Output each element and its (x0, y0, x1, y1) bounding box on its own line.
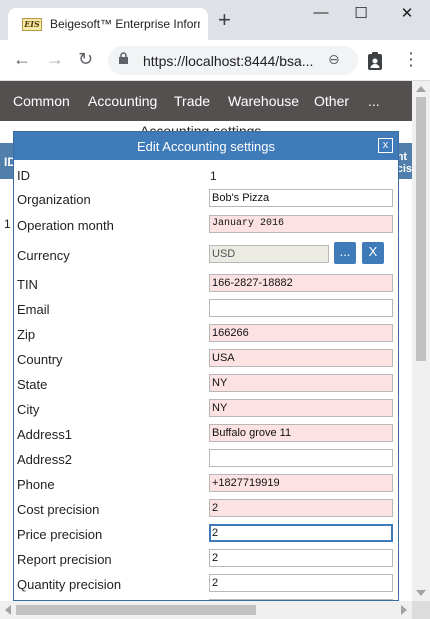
back-arrow-icon[interactable]: ← (13, 49, 31, 69)
label-tin: TIN (17, 277, 38, 292)
country-field[interactable]: USA (209, 349, 393, 367)
price-precision-field[interactable]: 2 (209, 524, 393, 542)
value-id: 1 (210, 169, 217, 183)
label-country: Country (17, 352, 63, 367)
label-price-precision: Price precision (17, 527, 103, 542)
nav-warehouse[interactable]: Warehouse (228, 93, 299, 109)
horizontal-scrollbar[interactable] (0, 601, 412, 619)
label-organization: Organization (17, 192, 91, 207)
reload-icon[interactable]: ↻ (78, 49, 93, 69)
city-field[interactable]: NY (209, 399, 393, 417)
organization-field[interactable]: Bob's Pizza (209, 189, 393, 207)
vertical-scrollbar[interactable] (412, 81, 430, 601)
eis-favicon-icon: EIS (22, 18, 42, 31)
label-address1: Address1 (17, 427, 72, 442)
dialog-title: Edit Accounting settings (136, 139, 276, 154)
label-cost-precision: Cost precision (17, 502, 100, 517)
report-precision-field[interactable]: 2 (209, 549, 393, 567)
label-email: Email (17, 302, 50, 317)
label-currency: Currency (17, 248, 70, 263)
edit-dialog: Edit Accounting settings x ID 1 Organiza… (13, 131, 399, 601)
quantity-precision-field[interactable]: 2 (209, 574, 393, 592)
email-field[interactable] (209, 299, 393, 317)
app-nav: Common Accounting Trade Warehouse Other … (0, 81, 412, 121)
scroll-down-arrow-icon[interactable] (416, 590, 426, 596)
clipboard-user-icon[interactable] (367, 52, 383, 70)
label-zip: Zip (17, 327, 36, 342)
forward-arrow-icon[interactable]: → (46, 49, 64, 69)
state-field[interactable]: NY (209, 374, 393, 392)
label-address2: Address2 (17, 452, 72, 467)
phone-field[interactable]: +1827719919 (209, 474, 393, 492)
vertical-scroll-thumb[interactable] (416, 97, 426, 361)
label-operation-month: Operation month (17, 218, 114, 233)
browser-toolbar: ← → ↻ https://localhost:8444/bsa... ⊖ ⋮ (0, 40, 430, 81)
scroll-right-arrow-icon[interactable] (401, 605, 407, 615)
zoom-icon[interactable]: ⊖ (328, 51, 340, 68)
nav-other[interactable]: Other (314, 93, 349, 109)
horizontal-scroll-thumb[interactable] (16, 605, 256, 615)
address2-field[interactable] (209, 449, 393, 467)
currency-pick-button[interactable]: ... (334, 242, 356, 264)
label-phone: Phone (17, 477, 55, 492)
scrollbar-corner (412, 601, 430, 619)
lock-icon (119, 52, 128, 64)
browser-titlebar: EIS Beigesoft™ Enterprise Information + … (0, 0, 430, 40)
nav-more[interactable]: ... (368, 93, 380, 109)
address-bar[interactable]: https://localhost:8444/bsa... ⊖ (108, 46, 358, 75)
url-text: https://localhost:8444/bsa... (143, 53, 313, 69)
menu-more-icon[interactable]: ⋮ (402, 49, 420, 69)
label-id: ID (17, 168, 30, 183)
currency-clear-button[interactable]: X (362, 242, 384, 264)
nav-trade[interactable]: Trade (174, 93, 210, 109)
new-tab-button[interactable]: + (218, 9, 231, 31)
tab-title: Beigesoft™ Enterprise Information (50, 17, 200, 31)
label-quantity-precision: Quantity precision (17, 577, 122, 592)
nav-accounting[interactable]: Accounting (88, 93, 157, 109)
operation-month-field[interactable]: January 2016 (209, 215, 393, 233)
dialog-header: Edit Accounting settings x (14, 132, 398, 160)
tin-field[interactable]: 166-2827-18882 (209, 274, 393, 292)
scroll-up-arrow-icon[interactable] (416, 86, 426, 92)
label-city: City (17, 402, 40, 417)
browser-tab[interactable]: EIS Beigesoft™ Enterprise Information (8, 8, 208, 40)
zip-field[interactable]: 166266 (209, 324, 393, 342)
minimize-button[interactable]: — (306, 4, 336, 21)
cost-precision-field[interactable]: 2 (209, 499, 393, 517)
currency-field: USD (209, 245, 329, 263)
label-report-precision: Report precision (17, 552, 112, 567)
maximize-button[interactable]: ☐ (346, 4, 376, 22)
table-row-id: 1 (4, 217, 11, 231)
nav-common[interactable]: Common (13, 93, 70, 109)
label-state: State (17, 377, 48, 392)
close-window-button[interactable]: ✕ (392, 4, 422, 22)
dialog-close-button[interactable]: x (378, 138, 393, 153)
scroll-left-arrow-icon[interactable] (5, 605, 11, 615)
address1-field[interactable]: Buffalo grove 11 (209, 424, 393, 442)
